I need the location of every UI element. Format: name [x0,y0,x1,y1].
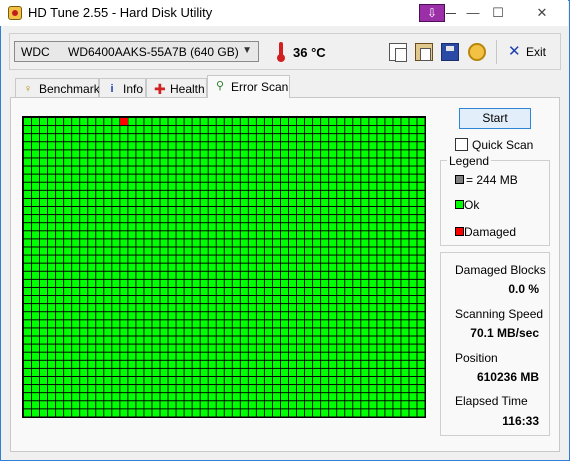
search-icon: ⚲ [215,80,225,92]
info-icon: i [110,83,114,95]
health-icon: ✚ [154,81,166,97]
quick-scan-checkbox[interactable] [455,138,468,151]
save-icon[interactable] [441,43,459,61]
scan-block-map [22,116,426,418]
toolbar-separator [496,40,497,64]
tab-info[interactable]: i Info [99,78,146,97]
hdtune-logo-icon [8,6,22,20]
scanning-speed-value: 70.1 MB/sec [470,326,539,340]
drive-select[interactable]: WDC WD6400AAKS-55A7B (640 GB) ▼ [14,41,259,62]
title-bar: HD Tune 2.55 - Hard Disk Utility ⇩ — ☐ ✕ [0,0,568,26]
damaged-label: Damaged [464,225,517,239]
tab-info-label: Info [123,82,144,96]
exit-label: Exit [526,45,547,59]
thermometer-icon [277,42,285,62]
damaged-blocks-value: 0.0 % [508,282,539,296]
elapsed-time-label: Elapsed Time [455,394,528,408]
position-label: Position [455,351,498,365]
quick-scan-label[interactable]: Quick Scan [472,138,533,152]
paste-icon[interactable] [415,43,433,61]
drive-vendor: WDC [21,45,50,59]
damaged-swatch [455,227,464,236]
benchmark-icon: ♀ [23,83,33,95]
block-size-label: = 244 MB [466,173,518,187]
drive-model: WD6400AAKS-55A7B (640 GB) [68,45,239,59]
scanning-speed-label: Scanning Speed [455,307,544,321]
ok-label: Ok [464,198,480,212]
close-button[interactable]: ✕ [522,2,562,24]
temperature-readout: 36 °C [293,45,326,60]
download-icon[interactable]: ⇩ [419,4,445,22]
tab-benchmark-label: Benchmark [39,82,100,96]
damaged-blocks-label: Damaged Blocks [455,263,546,277]
position-value: 610236 MB [476,370,539,384]
tab-health-label: Health [170,82,205,96]
exit-icon: ✕ [508,43,521,60]
options-icon[interactable] [468,43,486,61]
ok-swatch [455,200,464,209]
tab-error-scan[interactable]: ⚲ Error Scan [207,75,290,98]
copy-icon[interactable] [389,43,407,62]
start-button[interactable]: Start [459,108,531,129]
window-title: HD Tune 2.55 - Hard Disk Utility [28,5,213,20]
maximize-button[interactable]: ☐ [478,2,518,24]
elapsed-time-value: 116:33 [502,414,539,428]
tab-error-scan-label: Error Scan [231,80,289,94]
block-size-swatch [455,175,464,184]
damaged-block [120,118,128,126]
chevron-down-icon: ▼ [242,45,252,56]
stats-box [440,252,550,436]
legend-title: Legend [447,154,492,168]
tab-health[interactable]: ✚ Health [146,78,207,97]
tab-benchmark[interactable]: ♀ Benchmark [15,78,100,97]
